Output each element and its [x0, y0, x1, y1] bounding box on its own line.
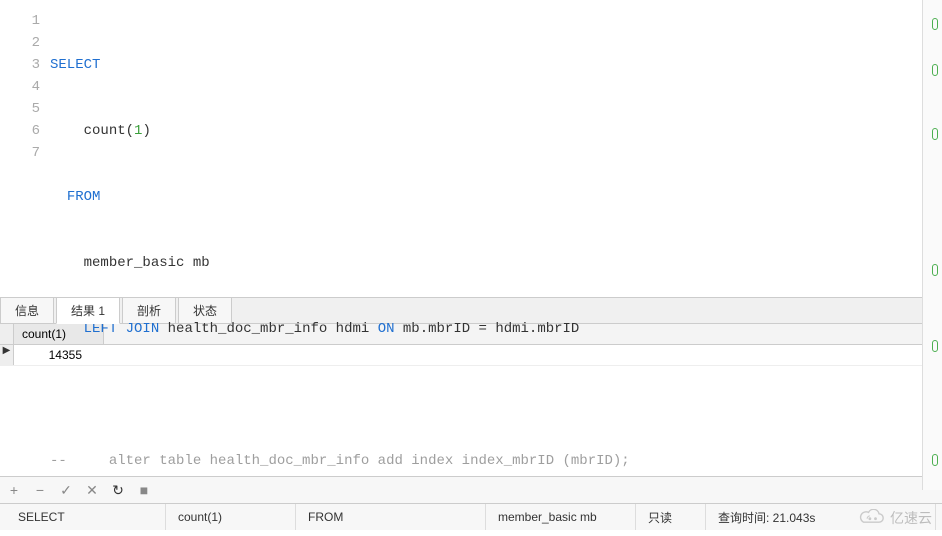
line-number: 2	[0, 32, 40, 54]
marker-icon	[932, 454, 938, 466]
tab-info[interactable]: 信息	[0, 297, 54, 323]
line-number: 7	[0, 142, 40, 164]
keyword-from: FROM	[67, 189, 101, 205]
fn-count: count	[84, 123, 126, 139]
watermark-text: 亿速云	[890, 508, 932, 528]
line-number: 5	[0, 98, 40, 120]
table-member-basic: member_basic mb	[84, 255, 210, 271]
marker-icon	[932, 128, 938, 140]
join-condition: mb.mbrID = hdmi.mbrID	[403, 321, 579, 337]
row-marker-header	[0, 324, 14, 344]
line-number: 1	[0, 10, 40, 32]
line-number: 3	[0, 54, 40, 76]
marker-icon	[932, 264, 938, 276]
code-content[interactable]: SELECT count(1) FROM member_basic mb LEF…	[50, 0, 942, 297]
delete-row-icon[interactable]: −	[32, 482, 48, 498]
sql-editor[interactable]: 1 2 3 4 5 6 7 SELECT count(1) FROM membe…	[0, 0, 942, 298]
line-number-gutter: 1 2 3 4 5 6 7	[0, 0, 50, 297]
comment-prefix: --	[50, 453, 75, 469]
watermark-logo: 亿速云	[858, 508, 932, 528]
table-hdmi: health_doc_mbr_info hdmi	[168, 321, 370, 337]
line-number: 4	[0, 76, 40, 98]
cloud-icon	[858, 509, 886, 527]
tab-result-1[interactable]: 结果 1	[56, 297, 120, 324]
keyword-join: JOIN	[126, 321, 160, 337]
line-number: 6	[0, 120, 40, 142]
keyword-on: ON	[378, 321, 395, 337]
current-row-indicator-icon: ▶	[0, 345, 14, 365]
marker-icon	[932, 64, 938, 76]
add-row-icon[interactable]: +	[6, 482, 22, 498]
comment-text: alter table health_doc_mbr_info add inde…	[109, 453, 630, 469]
marker-icon	[932, 340, 938, 352]
keyword-select: SELECT	[50, 57, 100, 73]
marker-icon	[932, 18, 938, 30]
minimap-strip[interactable]	[922, 0, 942, 490]
